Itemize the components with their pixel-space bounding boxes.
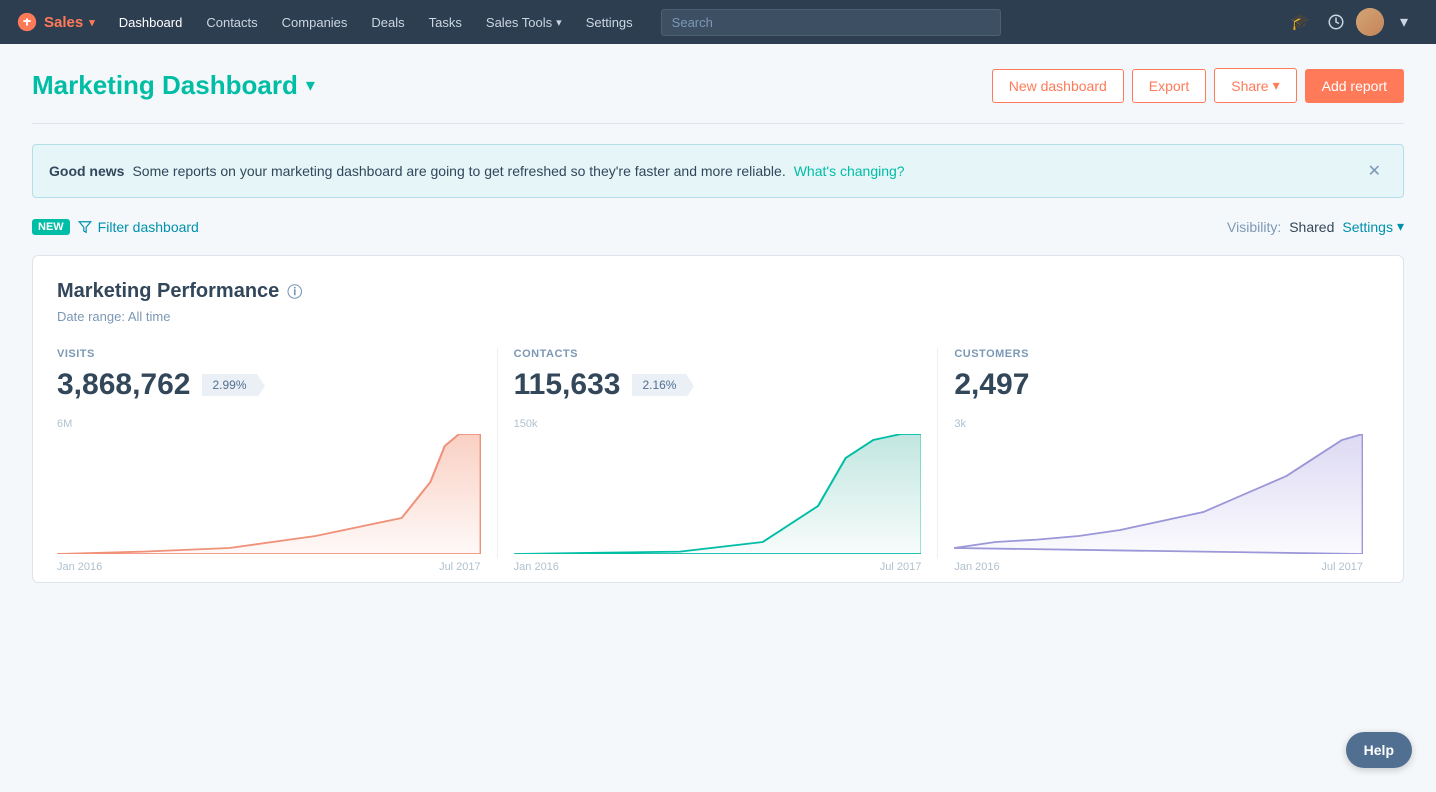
toolbar-left: NEW Filter dashboard [32, 219, 199, 235]
share-chevron-icon: ▾ [1273, 77, 1280, 94]
visits-x-start: Jan 2016 [57, 561, 102, 573]
page-header: Marketing Dashboard ▾ New dashboard Expo… [32, 68, 1404, 103]
account-chevron-icon[interactable]: ▾ [1388, 6, 1420, 38]
new-badge: NEW [32, 219, 70, 235]
nav-item-companies[interactable]: Companies [270, 0, 360, 44]
metric-contacts: CONTACTS 115,633 2.16% 150k [498, 348, 939, 558]
customers-chart: 3k Jan 2016 Jul 2017 [954, 418, 1363, 558]
brand-label: Sales [44, 14, 83, 31]
nav-item-contacts[interactable]: Contacts [194, 0, 269, 44]
contacts-chart: 150k Jan 2016 Jul 2017 [514, 418, 922, 558]
sales-tools-chevron-icon: ▾ [556, 16, 562, 29]
contacts-badge: 2.16% [632, 374, 686, 396]
header-buttons: New dashboard Export Share ▾ Add report [992, 68, 1404, 103]
notification-close-icon[interactable]: ✕ [1362, 159, 1387, 183]
academy-icon[interactable]: 🎓 [1284, 6, 1316, 38]
customers-y-label: 3k [954, 418, 966, 430]
contacts-label: CONTACTS [514, 348, 922, 360]
notifications-icon[interactable] [1320, 6, 1352, 38]
visits-label: VISITS [57, 348, 481, 360]
contacts-chart-svg [514, 434, 922, 554]
customers-label: CUSTOMERS [954, 348, 1363, 360]
filter-icon [78, 220, 92, 234]
contacts-x-labels: Jan 2016 Jul 2017 [514, 561, 922, 573]
toolbar: NEW Filter dashboard Visibility: Shared … [32, 218, 1404, 235]
customers-x-start: Jan 2016 [954, 561, 999, 573]
add-report-button[interactable]: Add report [1305, 69, 1404, 103]
metrics-grid: VISITS 3,868,762 2.99% 6M [57, 348, 1379, 558]
notification-link[interactable]: What's changing? [794, 163, 905, 179]
visits-value-row: 3,868,762 2.99% [57, 368, 481, 402]
customers-x-end: Jul 2017 [1321, 561, 1363, 573]
new-dashboard-button[interactable]: New dashboard [992, 69, 1124, 103]
nav-item-settings[interactable]: Settings [574, 0, 645, 44]
settings-button[interactable]: Settings ▾ [1342, 218, 1404, 235]
info-icon[interactable]: ⓘ [287, 281, 302, 302]
contacts-x-end: Jul 2017 [880, 561, 922, 573]
visits-chart: 6M Jan 2016 Jul 2017 [57, 418, 481, 558]
nav-icons: 🎓 ▾ [1284, 6, 1420, 38]
nav-item-tasks[interactable]: Tasks [417, 0, 474, 44]
search-input[interactable] [661, 9, 1001, 36]
page-title-container: Marketing Dashboard ▾ [32, 70, 315, 101]
filter-dashboard-button[interactable]: Filter dashboard [78, 219, 199, 235]
toolbar-right: Visibility: Shared Settings ▾ [1227, 218, 1404, 235]
brand-chevron-icon: ▾ [89, 16, 95, 29]
contacts-y-label: 150k [514, 418, 538, 430]
metric-visits: VISITS 3,868,762 2.99% 6M [57, 348, 498, 558]
notification-banner: Good news Some reports on your marketing… [32, 144, 1404, 198]
contacts-value-row: 115,633 2.16% [514, 368, 922, 402]
notification-title: Good news [49, 163, 124, 179]
share-button[interactable]: Share ▾ [1214, 68, 1296, 103]
top-navigation: Sales ▾ Dashboard Contacts Companies Dea… [0, 0, 1436, 44]
notification-content: Good news Some reports on your marketing… [49, 163, 905, 179]
search-container [661, 9, 1268, 36]
page-title: Marketing Dashboard [32, 70, 298, 101]
date-range: Date range: All time [57, 309, 1379, 324]
visits-value: 3,868,762 [57, 368, 190, 402]
nav-item-deals[interactable]: Deals [359, 0, 416, 44]
visits-x-end: Jul 2017 [439, 561, 481, 573]
customers-value-row: 2,497 [954, 368, 1363, 402]
visits-chart-svg [57, 434, 481, 554]
visibility-label: Visibility: [1227, 219, 1281, 235]
customers-x-labels: Jan 2016 Jul 2017 [954, 561, 1363, 573]
customers-value: 2,497 [954, 368, 1029, 402]
page-content: Marketing Dashboard ▾ New dashboard Expo… [0, 44, 1436, 607]
export-button[interactable]: Export [1132, 69, 1206, 103]
visits-y-label: 6M [57, 418, 72, 430]
user-avatar[interactable] [1356, 8, 1384, 36]
notification-text: Some reports on your marketing dashboard… [132, 163, 785, 179]
customers-chart-svg [954, 434, 1363, 554]
nav-item-dashboard[interactable]: Dashboard [107, 0, 195, 44]
brand-logo[interactable]: Sales ▾ [16, 11, 95, 33]
nav-item-sales-tools[interactable]: Sales Tools ▾ [474, 0, 574, 44]
visits-x-labels: Jan 2016 Jul 2017 [57, 561, 481, 573]
visits-badge: 2.99% [202, 374, 256, 396]
card-title: Marketing Performance ⓘ [57, 280, 1379, 303]
page-divider [32, 123, 1404, 124]
metric-customers: CUSTOMERS 2,497 3k [938, 348, 1379, 558]
contacts-x-start: Jan 2016 [514, 561, 559, 573]
contacts-value: 115,633 [514, 368, 621, 402]
help-button[interactable]: Help [1346, 732, 1412, 768]
marketing-performance-card: Marketing Performance ⓘ Date range: All … [32, 255, 1404, 583]
settings-chevron-icon: ▾ [1397, 218, 1404, 235]
page-title-chevron-icon[interactable]: ▾ [306, 75, 315, 96]
visibility-value: Shared [1289, 219, 1334, 235]
